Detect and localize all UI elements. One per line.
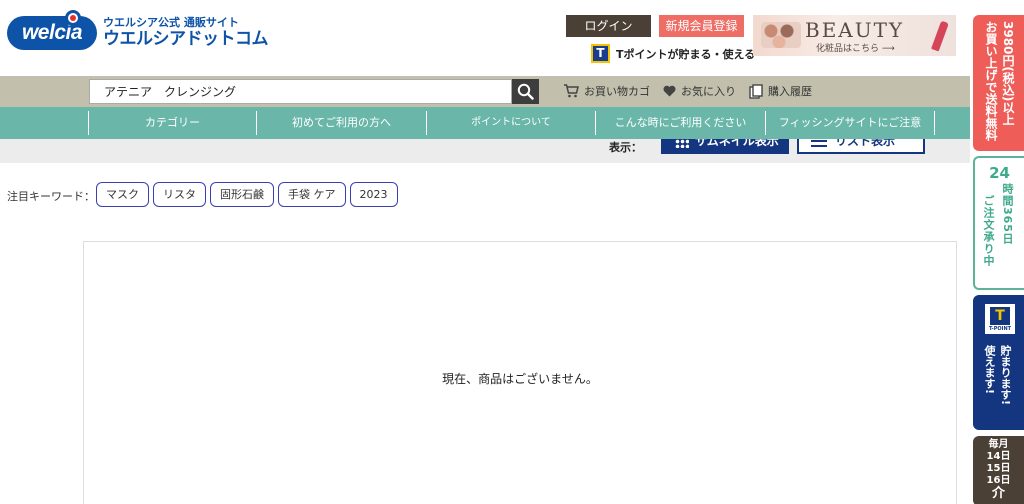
keyword-chip[interactable]: リスタ (153, 182, 206, 207)
shipping-text: お買い上げで送料無料 (984, 21, 998, 141)
free-shipping-banner[interactable]: 3980円(税込)以上 お買い上げで送料無料 (973, 15, 1024, 151)
monthly-days-banner[interactable]: 毎月 14日 15日 16日 介 (973, 436, 1024, 504)
logo-subtitle: ウエルシア公式 通販サイト (103, 15, 239, 29)
display-toggle-bar: 表示： サムネイル表示 リスト表示 (0, 139, 970, 163)
empty-results-message: 現在、商品はございません。 (442, 372, 598, 386)
nav-phishing-warning[interactable]: フィッシングサイトにご注意 (765, 111, 935, 135)
tpoint-logo-text: T-POINT (988, 326, 1012, 332)
tpoint-logo-icon: T T-POINT (985, 304, 1015, 334)
keyword-chip[interactable]: 固形石鹸 (210, 182, 274, 207)
eyeshadow-palette-icon (761, 22, 801, 48)
right-sidebar: 3980円(税込)以上 お買い上げで送料無料 24 時間365日 ご注文承り中 … (970, 0, 1024, 504)
list-icon (811, 139, 827, 147)
history-link[interactable]: 購入履歴 (749, 83, 812, 99)
logo-dot-icon (65, 10, 81, 26)
order-hours: 24 (989, 164, 1010, 182)
register-button[interactable]: 新規会員登録 (659, 15, 744, 37)
keyword-chip[interactable]: 2023 (349, 182, 398, 207)
days-15: 15日 (986, 463, 1011, 474)
lipstick-icon (931, 20, 949, 52)
tpoint-banner[interactable]: T T-POINT 貯まります! 使えます! (973, 295, 1024, 430)
site-header: welcia ウエルシア公式 通販サイト ウエルシアドットコム ログイン 新規会… (0, 0, 970, 76)
tpoint-notice[interactable]: T Tポイントが貯まる・使える (591, 44, 755, 63)
keywords-label: 注目キーワード： (7, 190, 95, 203)
banner-title: BEAUTY (805, 18, 905, 42)
nav-first-time[interactable]: 初めてご利用の方へ (256, 111, 426, 135)
search-input[interactable] (89, 79, 512, 104)
beauty-banner[interactable]: BEAUTY 化粧品はこちら ⟶ (753, 15, 956, 56)
login-button[interactable]: ログイン (566, 15, 651, 37)
cart-link[interactable]: お買い物カゴ (563, 83, 650, 99)
search-button[interactable] (512, 79, 539, 104)
keyword-list: マスク リスタ 固形石鹸 手袋 ケア 2023 (96, 182, 398, 207)
results-panel: 現在、商品はございません。 (83, 241, 957, 504)
days-care: 介 (991, 486, 1005, 501)
days-monthly: 毎月 (988, 439, 1009, 450)
list-view-button[interactable]: リスト表示 (797, 139, 925, 154)
history-icon (749, 83, 763, 99)
keyword-chip[interactable]: 手袋 ケア (278, 182, 346, 207)
tpoint-logo-letter: T (990, 307, 1010, 325)
nav-points[interactable]: ポイントについて (426, 111, 595, 135)
heart-icon (663, 85, 676, 97)
list-view-label: リスト表示 (835, 139, 896, 148)
thumbnail-view-button[interactable]: サムネイル表示 (661, 139, 789, 154)
banner-subtitle: 化粧品はこちら ⟶ (816, 44, 895, 54)
grid-icon (675, 139, 689, 148)
tpoint-icon: T (591, 44, 610, 63)
keyword-chip[interactable]: マスク (96, 182, 149, 207)
thumbnail-view-label: サムネイル表示 (695, 139, 779, 148)
tpoint-use-text: 使えます! (983, 345, 996, 395)
display-label: 表示： (609, 141, 642, 154)
tpoint-text: Tポイントが貯まる・使える (616, 47, 756, 61)
order-hours-text: 時間365日 (1001, 183, 1014, 245)
site-logo[interactable]: welcia ウエルシア公式 通販サイト ウエルシアドットコム (7, 10, 269, 50)
tpoint-earn-text: 貯まります! (999, 345, 1012, 406)
welcia-logo-mark: welcia (7, 10, 97, 50)
order-accepting-text: ご注文承り中 (982, 195, 995, 267)
nav-use-cases[interactable]: こんな時にご利用ください (595, 111, 765, 135)
shipping-threshold: 3980円(税込)以上 (1001, 21, 1015, 126)
logo-text: ウエルシア公式 通販サイト ウエルシアドットコム (103, 15, 269, 49)
main-nav: カテゴリー 初めてご利用の方へ ポイントについて こんな時にご利用ください フィ… (0, 107, 970, 139)
page: welcia ウエルシア公式 通販サイト ウエルシアドットコム ログイン 新規会… (0, 0, 1024, 504)
search-icon (517, 83, 534, 100)
favorites-link[interactable]: お気に入り (663, 83, 736, 99)
nav-category[interactable]: カテゴリー (88, 111, 256, 135)
cart-icon (564, 84, 579, 98)
favorites-label: お気に入り (681, 85, 736, 98)
history-label: 購入履歴 (768, 85, 812, 98)
search-bar: お買い物カゴ お気に入り 購入履歴 (0, 76, 970, 107)
days-14: 14日 (986, 451, 1011, 462)
cart-label: お買い物カゴ (584, 85, 650, 98)
logo-title: ウエルシアドットコム (103, 28, 269, 49)
order-24h-banner[interactable]: 24 時間365日 ご注文承り中 (973, 156, 1024, 290)
days-16: 16日 (986, 475, 1011, 486)
